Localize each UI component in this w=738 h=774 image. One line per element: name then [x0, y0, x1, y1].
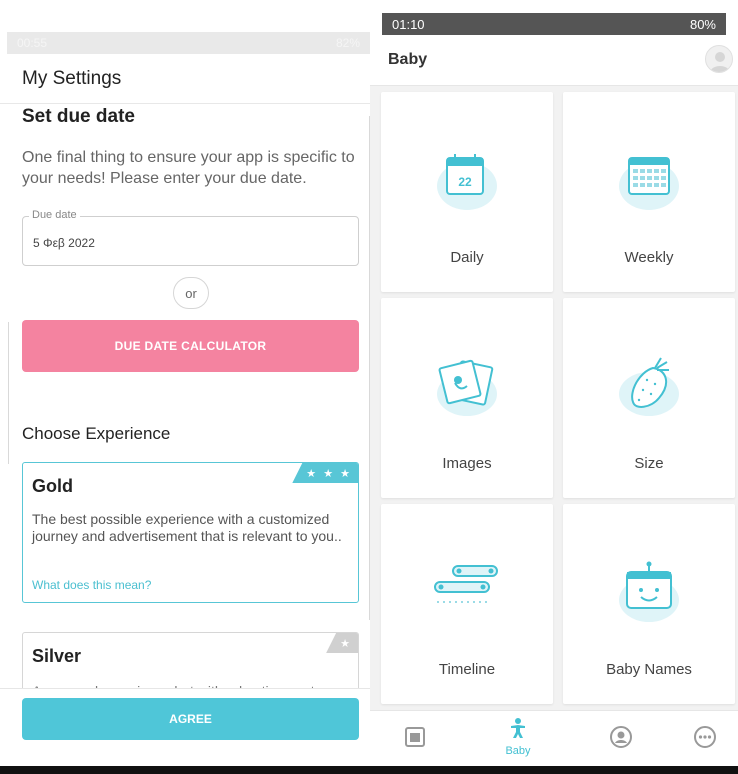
timeline-icon [434, 565, 498, 603]
status-bar: 01:10 80% [382, 13, 726, 35]
calendar-week-icon [619, 157, 679, 210]
baby-names-icon [619, 561, 679, 622]
tile-label: Baby Names [606, 661, 692, 678]
photos-icon [437, 359, 497, 416]
experience-description: The best possible experience with a cust… [32, 511, 342, 544]
calendar-day-icon: 22 [437, 154, 497, 210]
due-date-value[interactable]: 5 Φεβ 2022 [33, 236, 95, 250]
status-time: 01:10 [392, 16, 425, 32]
tile-size[interactable]: Size [563, 298, 735, 498]
nav-journal[interactable] [390, 717, 440, 763]
nav-more[interactable] [680, 717, 730, 763]
feature-grid: 22 Daily Weekly Images Size Timeline Bab… [370, 86, 738, 710]
strawberry-icon [619, 357, 679, 416]
tile-baby-names[interactable]: Baby Names [563, 504, 735, 704]
tile-images[interactable]: Images [381, 298, 553, 498]
system-nav-bar [370, 766, 738, 774]
user-icon [710, 52, 730, 72]
due-date-label: Due date [29, 209, 80, 221]
status-battery: 82% [335, 36, 360, 50]
calendar-day-number: 22 [458, 175, 472, 189]
avatar[interactable] [705, 45, 733, 73]
journal-icon [405, 727, 425, 747]
tile-label: Daily [450, 249, 484, 266]
app-bar: Baby [370, 35, 738, 86]
experience-card-silver[interactable]: ★ Silver A personal experience but with … [22, 632, 359, 692]
status-time: 00:55 [17, 36, 48, 50]
system-nav-bar [0, 766, 370, 774]
page-title: Baby [388, 51, 428, 68]
nav-label: Baby [505, 745, 531, 757]
profile-icon [610, 726, 632, 748]
page-title: My Settings [22, 68, 122, 89]
more-icon [694, 726, 716, 748]
tile-timeline[interactable]: Timeline [381, 504, 553, 704]
experience-card-gold[interactable]: ★ ★ ★ Gold The best possible experience … [22, 462, 359, 603]
experience-name: Gold [32, 476, 73, 496]
tile-label: Weekly [624, 249, 674, 266]
choose-experience-title: Choose Experience [22, 424, 171, 443]
section-title: Set due date [22, 106, 135, 127]
star-badge: ★ [326, 633, 358, 653]
due-date-calculator-button[interactable]: DUE DATE CALCULATOR [22, 320, 359, 372]
side-divider [8, 322, 9, 464]
tile-label: Images [442, 455, 492, 472]
due-date-field[interactable]: Due date 5 Φεβ 2022 [22, 209, 359, 266]
or-divider: or [173, 277, 209, 309]
tile-label: Timeline [438, 661, 496, 678]
what-does-this-mean-link[interactable]: What does this mean? [32, 578, 151, 592]
intro-text: One final thing to ensure your app is sp… [22, 149, 355, 187]
experience-name: Silver [32, 646, 82, 666]
star-badge: ★ ★ ★ [292, 463, 358, 483]
nav-baby[interactable]: Baby [493, 717, 543, 763]
tile-weekly[interactable]: Weekly [563, 92, 735, 292]
app-bar: My Settings [0, 54, 370, 104]
settings-screen: 00:55 82% My Settings Set due date One f… [0, 0, 370, 774]
tile-daily[interactable]: 22 Daily [381, 92, 553, 292]
baby-icon [511, 718, 525, 738]
agree-button[interactable]: AGREE [22, 698, 359, 740]
tile-label: Size [634, 455, 664, 472]
status-bar: 00:55 82% [7, 32, 370, 54]
nav-profile[interactable] [596, 717, 646, 763]
bottom-nav: Baby [370, 710, 738, 766]
baby-screen: 01:10 80% Baby 22 Daily Weekly Images Si… [370, 0, 738, 774]
status-battery: 80% [689, 16, 716, 32]
